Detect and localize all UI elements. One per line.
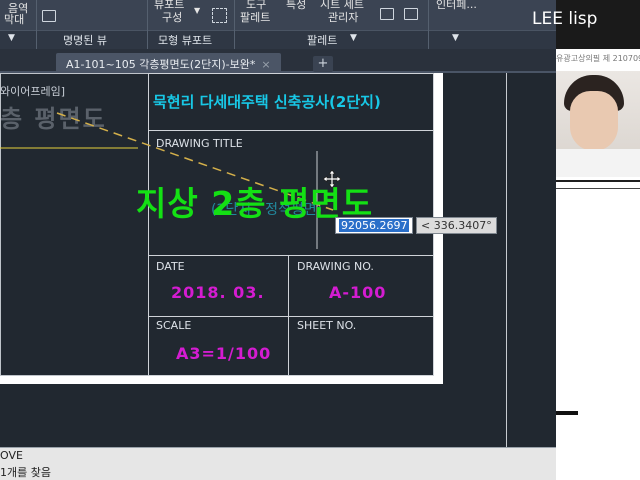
- panel-label-palettes[interactable]: 팔레트: [307, 32, 337, 48]
- named-views-icon[interactable]: [42, 10, 56, 22]
- close-icon[interactable]: ×: [261, 58, 270, 71]
- chevron-down-icon[interactable]: ▼: [8, 33, 15, 43]
- layers-icon[interactable]: [380, 8, 394, 20]
- overlay-caption: 유광고상의필 제 210709: [556, 54, 640, 63]
- ribbon-label-interface[interactable]: 인터페...: [436, 0, 477, 12]
- ribbon-label-top-2[interactable]: 막대: [4, 11, 24, 27]
- overlay-divider: [556, 180, 640, 182]
- command-history-line: OVE: [0, 449, 23, 462]
- ribbon-separator: [234, 0, 235, 49]
- drawing-canvas[interactable]: 와이어프레임] 층 평면도 묵현리 다세대주택 신축공사(2단지) DRAWIN…: [0, 73, 556, 447]
- presenter-shirt: [556, 149, 640, 177]
- channel-name: LEE lisp: [532, 9, 598, 29]
- presenter-photo: [556, 71, 640, 177]
- new-tab-button[interactable]: +: [313, 56, 333, 72]
- tracking-lines: [0, 112, 334, 249]
- panel-label-named-views[interactable]: 명명된 뷰: [63, 32, 107, 48]
- coordinate-value[interactable]: 92056.2697: [339, 219, 410, 232]
- tab-drawing-file[interactable]: A1-101~105 각층평면도(2단지)-보완* ×: [56, 53, 281, 73]
- ribbon-separator: [36, 0, 37, 49]
- panel-label-model-viewports[interactable]: 모형 뷰포트: [158, 32, 212, 48]
- ribbon-label-config[interactable]: 구성: [162, 9, 182, 25]
- chevron-down-icon[interactable]: ▼: [452, 33, 459, 43]
- coordinate-input-field[interactable]: 92056.2697: [335, 217, 414, 234]
- viewport-clip-icon[interactable]: [212, 8, 227, 23]
- command-line[interactable]: OVE 1개를 찾음: [0, 447, 556, 480]
- presenter-face: [570, 91, 618, 151]
- move-cursor-icon: [323, 170, 341, 188]
- chevron-down-icon[interactable]: ▼: [350, 33, 357, 43]
- file-tab-bar: A1-101~105 각층평면도(2단지)-보완* × +: [0, 49, 556, 73]
- right-overlay-panel: 유광고상의필 제 210709: [556, 0, 640, 480]
- command-result-line: 1개를 찾음: [0, 466, 51, 479]
- overlay-marker: [556, 411, 578, 415]
- ribbon-separator: [428, 0, 429, 49]
- clipboard-icon[interactable]: [404, 8, 418, 20]
- ribbon-separator: [147, 0, 148, 49]
- overlay-divider: [556, 188, 640, 189]
- chevron-down-icon[interactable]: ▼: [194, 6, 200, 15]
- ribbon-label-properties[interactable]: 특성: [286, 0, 306, 12]
- ribbon-label-palette[interactable]: 팔레트: [240, 9, 270, 25]
- ribbon: 음역 막대 뷰포트 구성 ▼ 도구 팔레트 특성 시트 세트 관리자 인터페..…: [0, 0, 556, 49]
- tab-label: A1-101~105 각층평면도(2단지)-보완*: [66, 58, 256, 71]
- ribbon-label-manager[interactable]: 관리자: [328, 9, 358, 25]
- angle-tooltip: < 336.3407°: [416, 217, 497, 234]
